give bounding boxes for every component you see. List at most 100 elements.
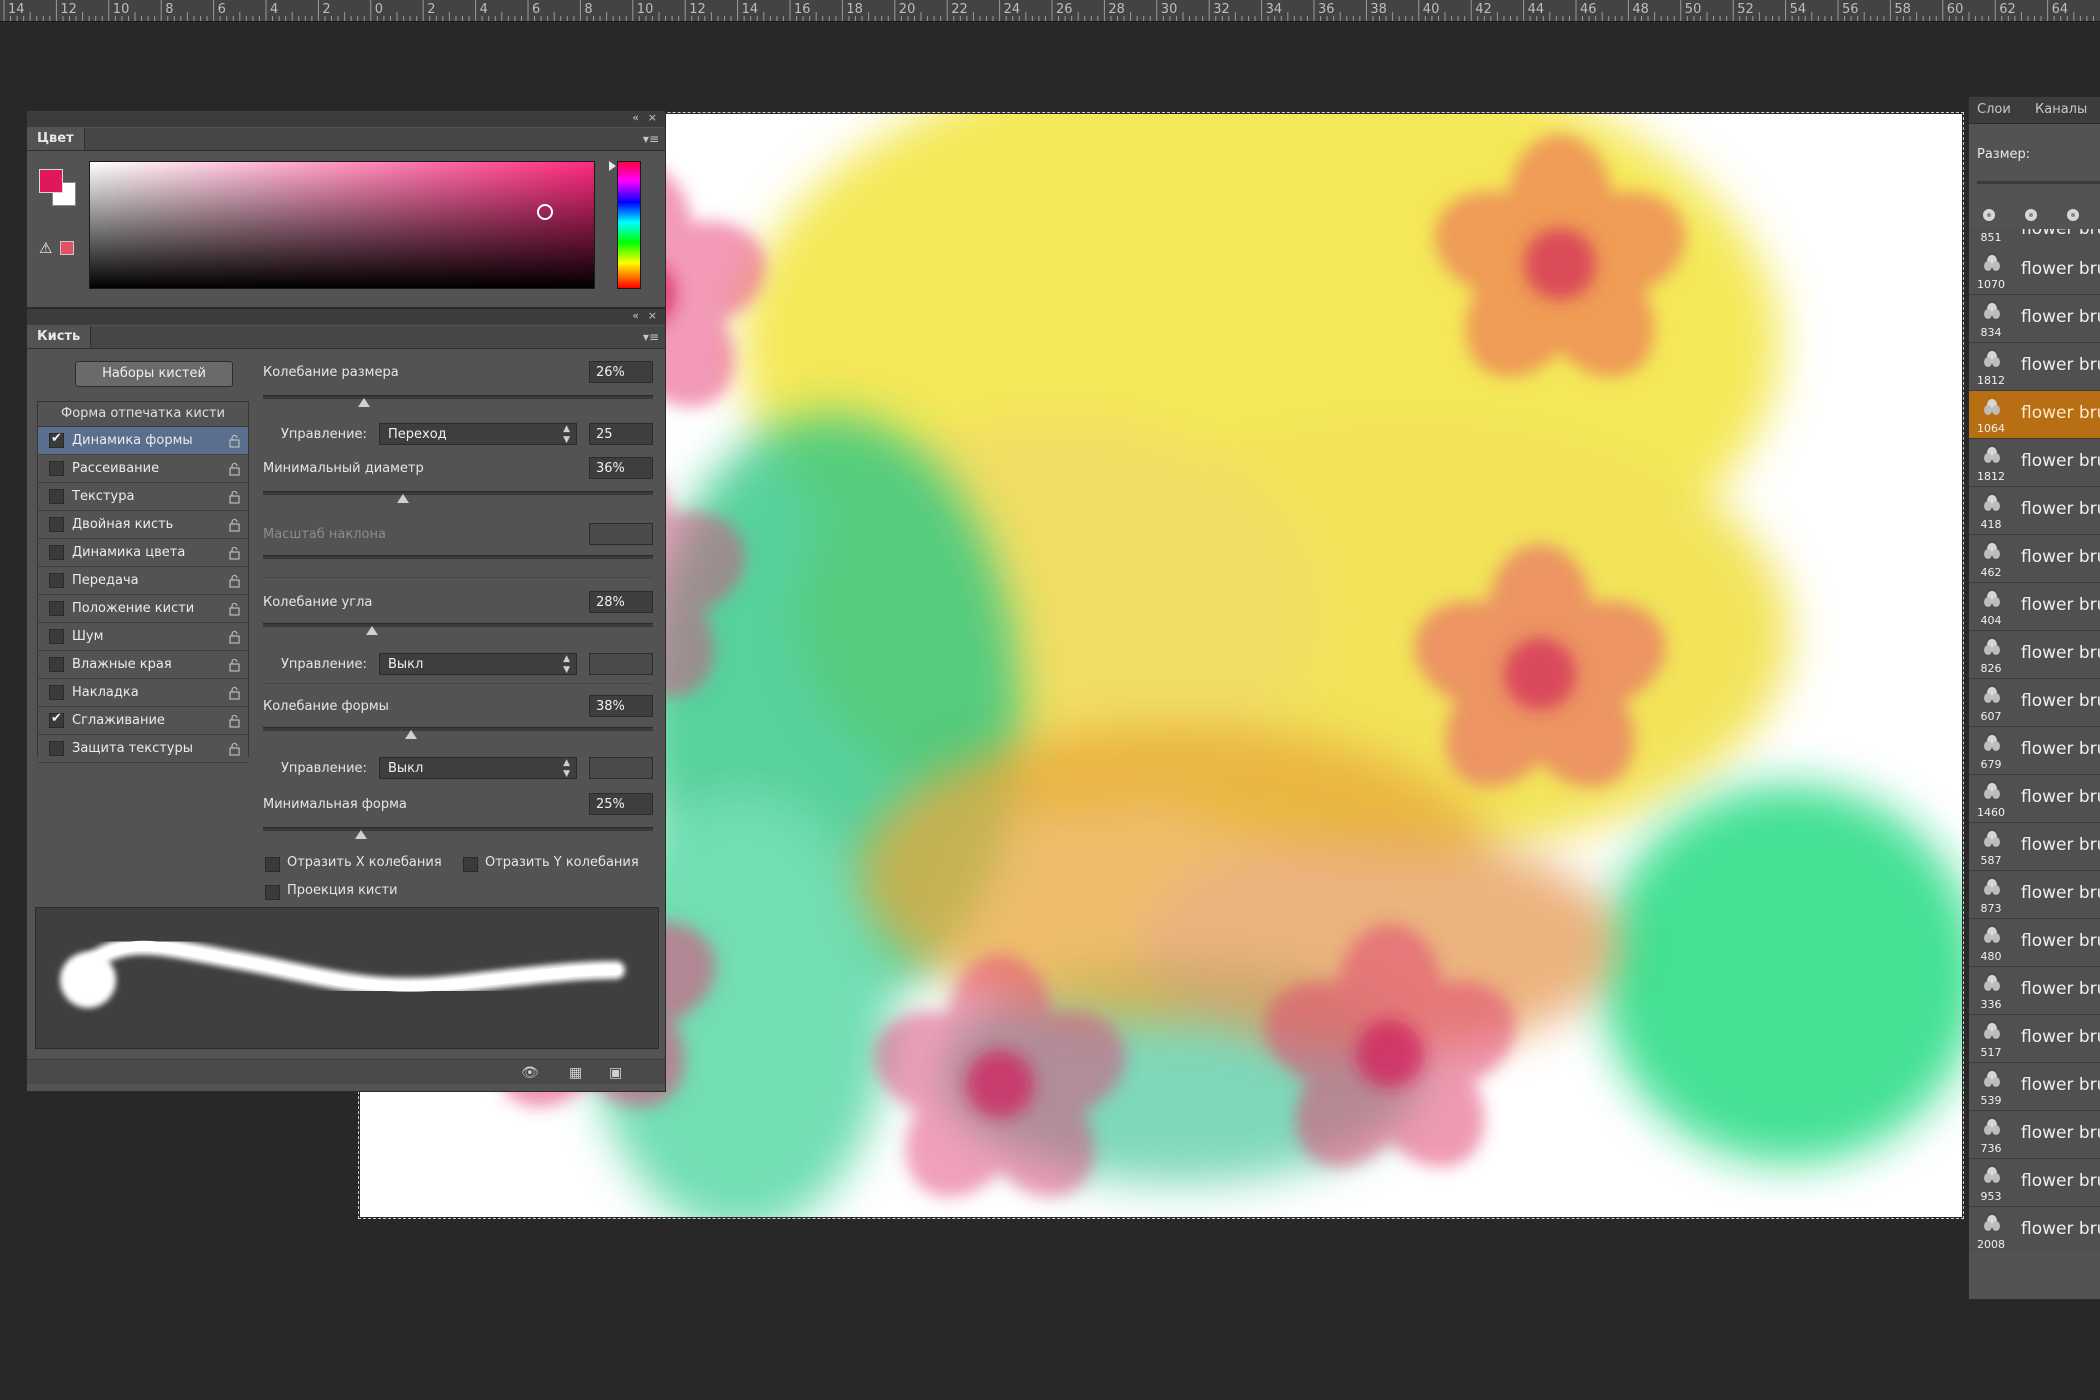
brush-preset-row[interactable]: 873 flower bru <box>1969 871 2100 919</box>
panel-title-bar[interactable]: « × <box>27 309 665 325</box>
brush-option-row[interactable]: Передача <box>38 567 248 595</box>
brush-preset-row[interactable]: 1812 flower bru <box>1969 343 2100 391</box>
foreground-color-swatch[interactable] <box>39 169 63 193</box>
brush-preset-row[interactable]: 480 flower bru <box>1969 919 2100 967</box>
brush-option-row[interactable]: Положение кисти <box>38 595 248 623</box>
lock-icon[interactable] <box>229 601 240 616</box>
brush-option-checkbox[interactable] <box>49 545 64 560</box>
brush-option-row[interactable]: Рассеивание <box>38 455 248 483</box>
fade-steps-value[interactable]: 25 <box>589 423 653 445</box>
lock-icon[interactable] <box>229 685 240 700</box>
roundness-jitter-slider[interactable] <box>263 727 653 739</box>
brush-option-row[interactable]: Защита текстуры <box>38 735 248 763</box>
brush-preset-row[interactable]: 679 flower bru <box>1969 727 2100 775</box>
roundness-jitter-thumb[interactable] <box>405 730 418 739</box>
angle-jitter-slider[interactable] <box>263 623 653 635</box>
lock-icon[interactable] <box>229 461 240 476</box>
brush-option-checkbox[interactable] <box>49 517 64 532</box>
brush-preset-row[interactable]: 418 flower bru <box>1969 487 2100 535</box>
angle-jitter-thumb[interactable] <box>366 626 379 635</box>
collapse-icon[interactable]: « <box>632 310 639 322</box>
brush-option-row[interactable]: Сглаживание <box>38 707 248 735</box>
lock-icon[interactable] <box>229 517 240 532</box>
brush-preset-row[interactable]: 834 flower bru <box>1969 295 2100 343</box>
size-control-select[interactable]: Переход ▲ ▼ <box>379 423 577 445</box>
gamut-correction-swatch[interactable] <box>60 241 74 255</box>
roundness-control-select[interactable]: Выкл ▲ ▼ <box>379 757 577 779</box>
close-icon[interactable]: × <box>648 310 657 322</box>
brush-preset-row[interactable]: 2008 flower bru <box>1969 1207 2100 1253</box>
brush-preset-row[interactable]: 587 flower bru <box>1969 823 2100 871</box>
brush-option-row[interactable]: Динамика формы <box>38 427 248 455</box>
minimum-roundness-thumb[interactable] <box>354 830 367 839</box>
brush-option-checkbox[interactable] <box>49 741 64 756</box>
brush-preset-row[interactable]: 517 flower bru <box>1969 1015 2100 1063</box>
brush-preset-list[interactable]: 1070 flower bru 834 flower bru 1812 flower br… <box>1969 247 2100 1253</box>
brush-preset-row[interactable]: 826 flower bru <box>1969 631 2100 679</box>
lock-icon[interactable] <box>229 657 240 672</box>
size-slider[interactable] <box>1977 181 2100 184</box>
lock-icon[interactable] <box>229 433 240 448</box>
brush-option-checkbox[interactable] <box>49 489 64 504</box>
minimum-roundness-slider[interactable] <box>263 827 653 839</box>
tab-layers[interactable]: Слои <box>1969 97 2019 123</box>
brush-projection-checkbox[interactable] <box>265 885 280 900</box>
brush-preset-row[interactable]: 539 flower bru <box>1969 1063 2100 1111</box>
brush-option-checkbox[interactable] <box>49 685 64 700</box>
brush-option-checkbox[interactable] <box>49 431 64 448</box>
brush-option-row[interactable]: Шум <box>38 623 248 651</box>
panel-menu-icon[interactable]: ▾≡ <box>643 330 659 344</box>
angle-jitter-value[interactable]: 28% <box>589 591 653 613</box>
tab-brush[interactable]: Кисть <box>27 326 92 348</box>
brush-option-checkbox[interactable] <box>49 657 64 672</box>
lock-icon[interactable] <box>229 489 240 504</box>
minimum-diameter-slider[interactable] <box>263 491 653 503</box>
toggle-live-tip-icon[interactable]: 👁 <box>521 1065 539 1081</box>
angle-control-select[interactable]: Выкл ▲ ▼ <box>379 653 577 675</box>
brush-tip-shape-header[interactable]: Форма отпечатка кисти <box>38 402 248 427</box>
brush-preset-row[interactable]: 1460 flower bru <box>1969 775 2100 823</box>
close-icon[interactable]: × <box>648 112 657 124</box>
brush-preset-row[interactable]: 736 flower bru <box>1969 1111 2100 1159</box>
lock-icon[interactable] <box>229 629 240 644</box>
flip-x-checkbox[interactable] <box>265 857 280 872</box>
new-brush-icon[interactable]: ▣ <box>609 1065 622 1081</box>
horizontal-ruler[interactable]: 14 12 10 8 6 4 2 0 2 4 6 8 10 12 14 16 18 20 22 24 26 28 30 32 3… <box>0 0 2100 22</box>
brush-preset-row[interactable]: 1812 flower bru <box>1969 439 2100 487</box>
brush-option-checkbox[interactable] <box>49 629 64 644</box>
color-picker-marker[interactable] <box>537 204 553 220</box>
tab-channels[interactable]: Каналы <box>2027 97 2095 123</box>
lock-icon[interactable] <box>229 545 240 560</box>
brush-option-checkbox[interactable] <box>49 573 64 588</box>
panel-menu-icon[interactable]: ▾≡ <box>643 132 659 146</box>
brush-option-checkbox[interactable] <box>49 711 64 728</box>
saturation-brightness-field[interactable] <box>89 161 595 289</box>
lock-icon[interactable] <box>229 573 240 588</box>
brush-option-row[interactable]: Накладка <box>38 679 248 707</box>
collapse-icon[interactable]: « <box>632 112 639 124</box>
brush-option-row[interactable]: Влажные края <box>38 651 248 679</box>
hue-slider[interactable] <box>617 161 641 289</box>
brush-preset-row[interactable]: 1070 flower bru <box>1969 247 2100 295</box>
brush-option-checkbox[interactable] <box>49 601 64 616</box>
brush-grid-icon[interactable]: ▦ <box>569 1065 582 1081</box>
brush-preset-row[interactable]: 404 flower bru <box>1969 583 2100 631</box>
brush-preset-row[interactable]: 336 flower bru <box>1969 967 2100 1015</box>
size-jitter-thumb[interactable] <box>358 398 371 407</box>
brush-preset-row[interactable]: 953 flower bru <box>1969 1159 2100 1207</box>
brush-preset-row-partial[interactable]: 851 flower bru <box>1969 229 2100 247</box>
hue-slider-arrow[interactable] <box>609 161 616 171</box>
lock-icon[interactable] <box>229 713 240 728</box>
brush-preset-row[interactable]: 1064 flower bru <box>1969 391 2100 439</box>
size-jitter-slider[interactable] <box>263 395 653 407</box>
flip-y-checkbox[interactable] <box>463 857 478 872</box>
minimum-diameter-value[interactable]: 36% <box>589 457 653 479</box>
minimum-diameter-thumb[interactable] <box>397 494 410 503</box>
tab-color[interactable]: Цвет <box>27 128 85 150</box>
panel-title-bar[interactable]: « × <box>27 111 665 127</box>
brush-preset-row[interactable]: 607 flower bru <box>1969 679 2100 727</box>
brush-option-row[interactable]: Текстура <box>38 483 248 511</box>
size-jitter-value[interactable]: 26% <box>589 361 653 383</box>
brush-preset-row[interactable]: 462 flower bru <box>1969 535 2100 583</box>
brush-presets-button[interactable]: Наборы кистей <box>75 361 233 387</box>
